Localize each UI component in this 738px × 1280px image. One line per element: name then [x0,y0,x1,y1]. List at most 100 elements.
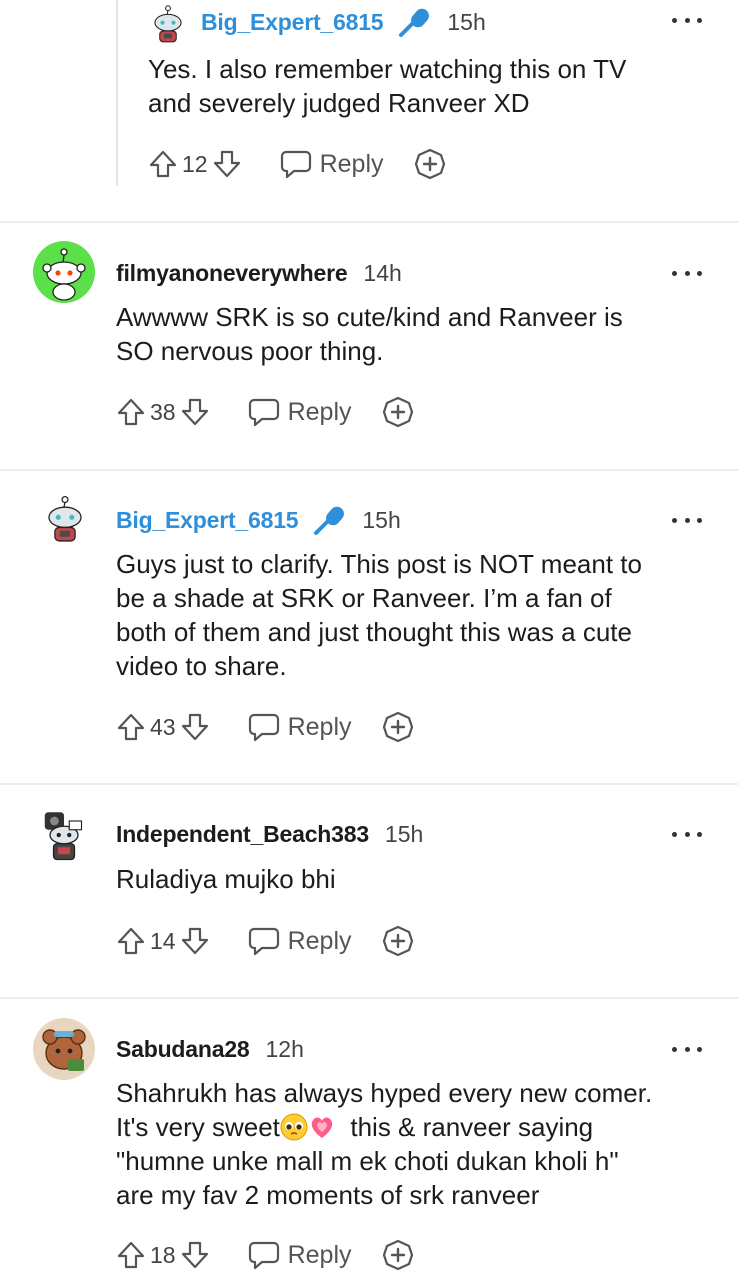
comment-text: this & ranveer saying [350,1112,594,1142]
timestamp: 12h [265,1035,304,1062]
dot-icon [684,17,690,23]
comment-body: Awwww SRK is so cute/kind and Ranveer is… [116,300,623,368]
comment-line: "humne unke mall m ek choti dukan kholi … [116,1146,619,1176]
more-options-button[interactable] [672,267,702,279]
divider [0,783,738,785]
vote-count: 43 [150,713,176,740]
vote-count: 18 [150,1241,176,1268]
divider [0,469,738,471]
comment-4: Sabudana28 12h Shahrukh has always hyped… [0,1000,738,1280]
reply-label: Reply [319,149,384,178]
thread-line[interactable] [116,0,118,186]
dot-icon [672,17,677,23]
username[interactable]: Independent_Beach383 [116,821,369,848]
vote-count: 14 [150,927,176,954]
vote-count: 12 [182,150,208,177]
more-options-button[interactable] [672,1043,702,1055]
avatar[interactable] [32,1017,96,1081]
comment-meta: Big_Expert_6815 15h [116,503,401,537]
avatar[interactable] [36,804,92,866]
comment-line: Shahrukh has always hyped every new come… [116,1078,653,1108]
comment-line: Ruladiya mujko bhi [116,864,336,894]
comment-meta: Independent_Beach383 15h [116,817,423,851]
comment-meta: Sabudana28 12h [116,1032,304,1066]
reply-button[interactable]: Reply [280,149,384,179]
dot-icon [672,517,677,523]
dot-icon [672,270,677,276]
comment-actions: 18 Reply [116,1238,414,1272]
comment-2: Big_Expert_6815 15h Guys just to clarify… [0,472,738,786]
dot-icon [697,1046,702,1052]
upvote-icon[interactable] [116,397,146,427]
comment-actions: 43 Reply [116,710,414,744]
comment-text: It's very sweet [116,1112,280,1142]
reply-button[interactable]: Reply [248,397,352,427]
comment-actions: 12 Reply [148,147,446,181]
downvote-icon[interactable] [180,712,210,742]
avatar[interactable] [146,2,190,46]
comment-0: Big_Expert_6815 15h Yes. I also remember… [0,0,738,224]
dot-icon [672,831,677,837]
comment-actions: 38 Reply [116,395,414,429]
upvote-icon[interactable] [116,712,146,742]
upvote-icon[interactable] [148,149,178,179]
downvote-icon[interactable] [212,149,242,179]
comment-line: Awwww SRK is so cute/kind and Ranveer is [116,302,623,332]
downvote-icon[interactable] [180,926,210,956]
comment-body: Guys just to clarify. This post is NOT m… [116,547,642,683]
reply-label: Reply [287,1240,352,1269]
reply-button[interactable]: Reply [248,712,352,742]
reply-label: Reply [287,712,352,741]
award-button[interactable] [414,148,446,180]
dot-icon [697,17,702,23]
comment-line: video to share. [116,651,287,681]
dot-icon [684,270,690,276]
upvote-icon[interactable] [116,1240,146,1270]
comment-line: and severely judged Ranveer XD [148,88,530,118]
dot-icon [684,831,690,837]
vote-count: 38 [150,398,176,425]
divider [0,221,738,223]
username[interactable]: Big_Expert_6815 [116,507,299,534]
reply-button[interactable]: Reply [248,926,352,956]
reply-button[interactable]: Reply [248,1240,352,1270]
timestamp: 15h [384,820,424,847]
downvote-icon[interactable] [180,397,210,427]
username[interactable]: Sabudana28 [116,1036,250,1063]
dot-icon [684,1046,690,1052]
speech-bubble-icon [248,1240,280,1270]
award-button[interactable] [382,1239,414,1271]
comment-actions: 14 Reply [116,924,414,958]
divider [0,997,738,999]
timestamp: 15h [447,8,486,35]
microphone-icon [397,6,431,38]
username[interactable]: Big_Expert_6815 [201,9,384,36]
dot-icon [684,517,690,523]
award-button[interactable] [382,396,414,428]
comment-line: both of them and just thought this was a… [116,617,632,647]
more-options-button[interactable] [672,514,702,526]
downvote-icon[interactable] [180,1240,210,1270]
dot-icon [697,831,702,837]
award-button[interactable] [382,711,414,743]
comment-line-with-emoji: It's very sweet this & ranveer saying [116,1110,652,1144]
upvote-icon[interactable] [116,926,146,956]
more-options-button[interactable] [672,828,702,840]
avatar[interactable] [32,240,96,304]
dot-icon [672,1046,677,1052]
comment-body: Ruladiya mujko bhi [116,862,336,896]
username[interactable]: filmyanoneverywhere [116,260,348,287]
award-button[interactable] [382,925,414,957]
comment-line: SO nervous poor thing. [116,336,384,366]
comment-body: Yes. I also remember watching this on TV… [148,52,626,120]
pleading-face-emoji [280,1113,308,1141]
microphone-icon [312,504,346,536]
comment-3: Independent_Beach383 15h Ruladiya mujko … [0,786,738,1000]
comment-meta: Big_Expert_6815 15h [201,5,486,39]
comment-line: are my fav 2 moments of srk ranveer [116,1180,540,1210]
comment-body: Shahrukh has always hyped every new come… [116,1076,652,1212]
more-options-button[interactable] [672,14,702,26]
dot-icon [697,270,702,276]
avatar[interactable] [38,488,92,550]
timestamp: 15h [362,506,401,533]
